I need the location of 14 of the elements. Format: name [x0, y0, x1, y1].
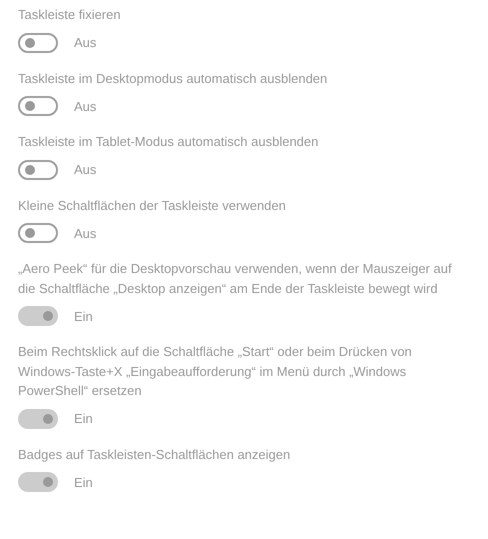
setting-label: Beim Rechtsklick auf die Schaltfläche „Start“ oder beim Drücken von Windows-Taste+X „Eingabeaufforderung“ im Menü durch „Windows PowerShell“ ersetzen [18, 343, 413, 400]
toggle-state-text: Ein [74, 411, 93, 426]
setting-label: Kleine Schaltflächen der Taskleiste verwenden [18, 196, 287, 214]
toggle-state-text: Aus [74, 98, 96, 114]
setting-label: Taskleiste im Tablet-Modus automatisch ausblenden [18, 133, 320, 151]
toggle-state-text: Ein [74, 474, 93, 490]
setting-label: Taskleiste im Desktopmodus automatisch ausblenden [18, 70, 328, 88]
toggle-state-text: Aus [74, 226, 96, 240]
setting-label: Taskleiste fixieren [18, 6, 122, 24]
setting-label: Badges auf Taskleisten-Schaltflächen anzeigen [18, 446, 292, 464]
setting-label: „Aero Peek“ für die Desktopvorschau verwenden, wenn der Mauszeiger auf die Schaltfläche „Desktop anzeigen“ am Ende der Taskleiste bewegt wird [18, 260, 453, 298]
toggle-state-text: Ein [74, 308, 93, 324]
toggle-state-text: Aus [74, 35, 96, 50]
toggle-state-text: Aus [74, 162, 96, 177]
